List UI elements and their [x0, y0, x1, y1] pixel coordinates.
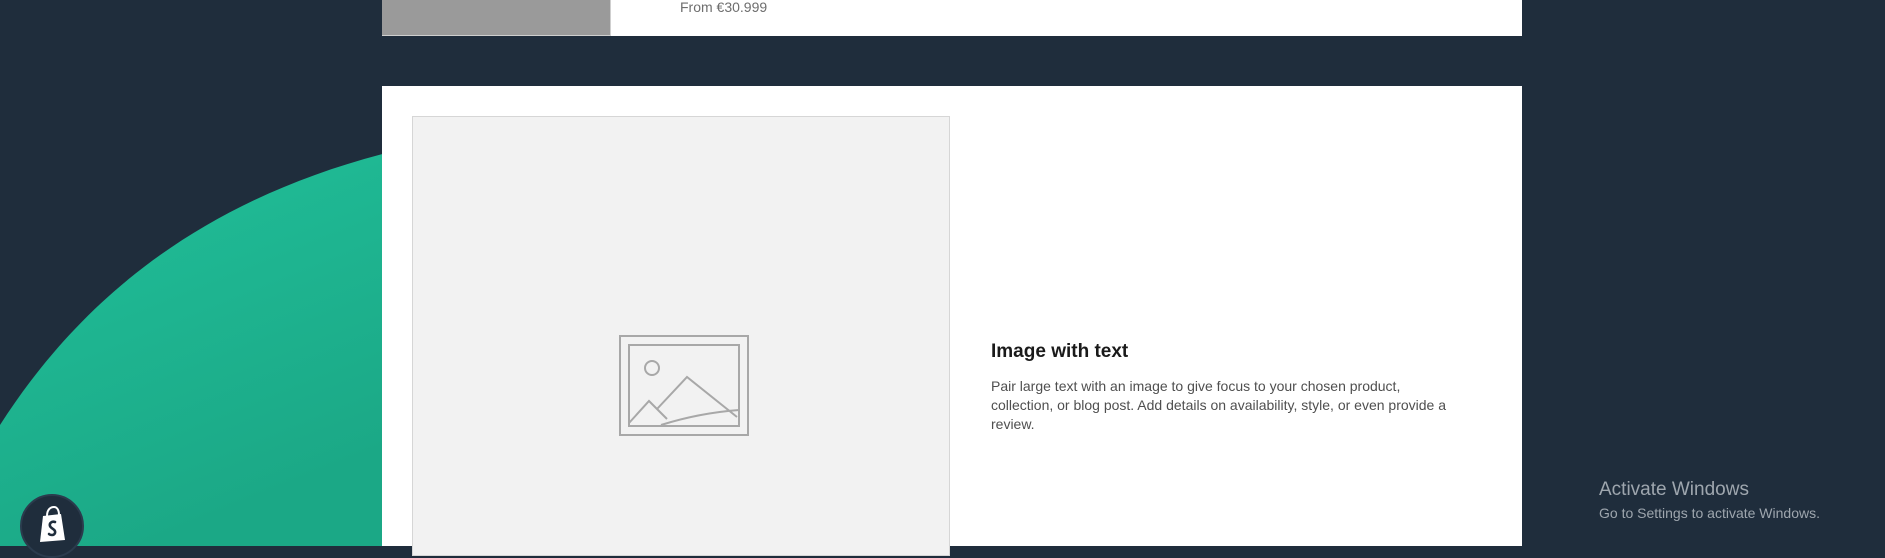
product-price: From €30.999	[680, 0, 768, 15]
shopify-bag-icon	[40, 505, 65, 542]
activate-windows-watermark: Activate Windows Go to Settings to activ…	[1599, 479, 1820, 523]
image-with-text-section: Image with text Pair large text with an …	[382, 86, 1522, 556]
section-body: Pair large text with an image to give fo…	[991, 378, 1446, 432]
shopify-button[interactable]	[20, 494, 84, 558]
image-placeholder	[412, 116, 950, 556]
activate-windows-title: Activate Windows	[1599, 479, 1749, 500]
activate-windows-subtitle: Go to Settings to activate Windows.	[1599, 505, 1820, 521]
product-image[interactable]	[382, 0, 611, 36]
section-heading: Image with text	[991, 341, 1129, 362]
image-placeholder-icon	[619, 335, 749, 436]
product-card[interactable]: From €30.999	[382, 0, 1522, 36]
image-with-text-content: Image with text Pair large text with an …	[991, 340, 1461, 434]
